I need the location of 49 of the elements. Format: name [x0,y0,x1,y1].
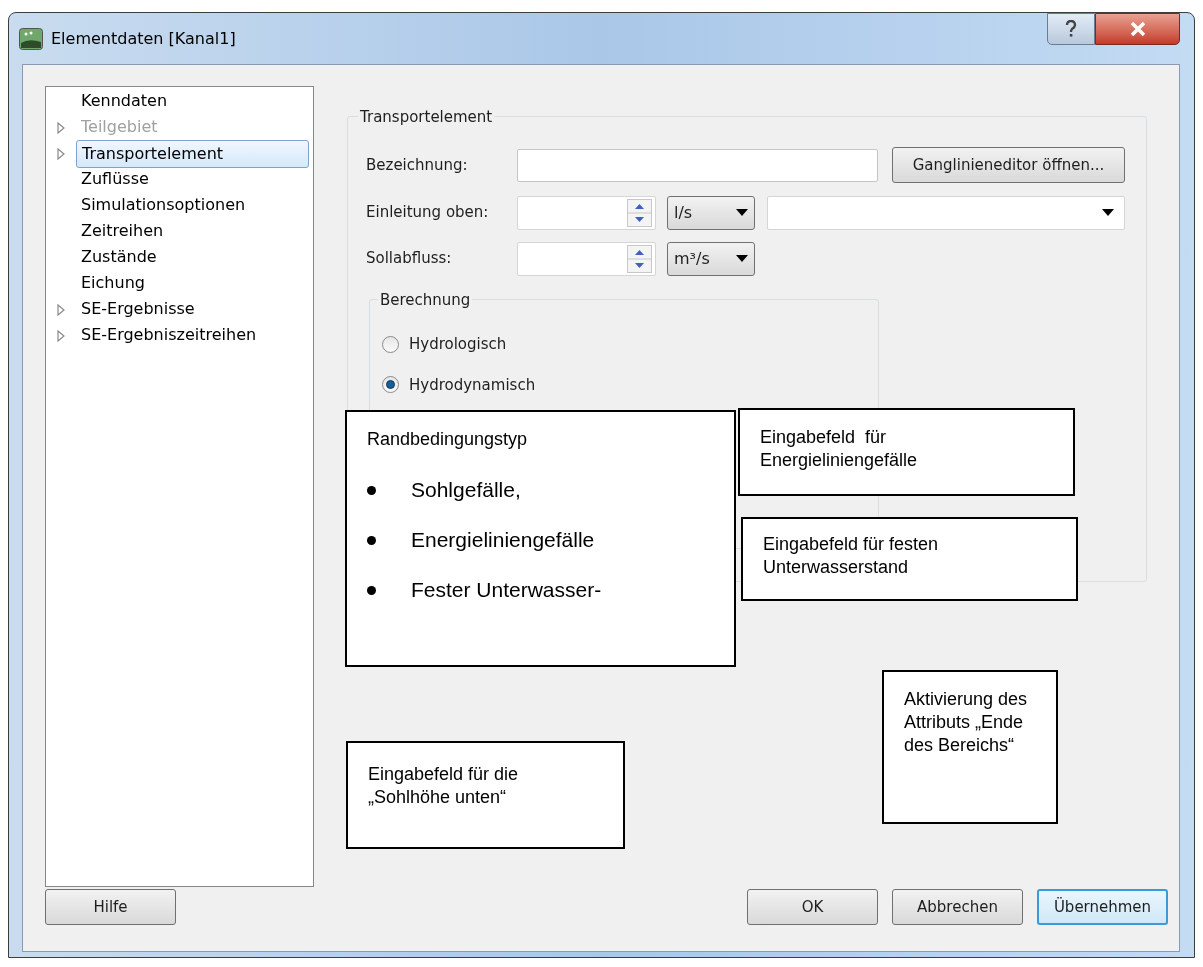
close-button[interactable] [1095,13,1180,45]
unit-dropdown[interactable]: m³/s [667,241,755,276]
help-button[interactable]: Hilfe [45,889,176,925]
tree-item[interactable]: Zustände [76,244,162,272]
app-icon [19,27,43,50]
tree-item[interactable]: Eichung [76,270,150,298]
spinner-arrows-icon [627,198,652,227]
window-title: Elementdaten [Kanal1] [51,27,236,50]
dropdown-arrow-icon [736,255,748,262]
dropdown-arrow-icon [736,209,748,216]
bullet-icon [367,485,376,495]
field-label: Sollabfluss: [366,248,453,270]
editor-button[interactable]: Ganglinieneditor öffnen... [892,147,1125,183]
cancel-button[interactable]: Abbrechen [892,889,1023,925]
tree-item[interactable]: SE-Ergebniszeitreihen [76,322,262,350]
tree-item[interactable]: Kenndaten [76,88,173,116]
dropdown-arrow-icon [1102,209,1114,216]
annotation-title: Randbedingungstyp [367,428,529,451]
radio-button[interactable] [382,335,399,353]
expand-arrow-icon[interactable] [57,148,65,160]
tree-item[interactable]: Zeitreihen [76,218,169,246]
text-field[interactable] [517,148,878,182]
expand-arrow-icon[interactable] [57,304,65,316]
radio-button[interactable] [382,376,399,394]
spinner-arrows-icon [627,244,652,273]
annotation-text: Aktivierung des Attributs „Ende des Bereichs“ [904,688,1029,757]
annotation-item: Energieliniengefälle [411,527,595,553]
field-label: Einleitung oben: [366,202,490,224]
bullet-icon [367,535,376,545]
radio-label: Hydrologisch [409,334,507,355]
annotation-item: Sohlgefälle, [411,477,521,503]
annotation-text: Eingabefeld für die „Sohlhöhe unten“ [368,763,520,809]
apply-button[interactable]: Übernehmen [1037,889,1168,925]
help-icon [1065,20,1077,38]
expand-arrow-icon[interactable] [57,330,65,342]
annotation-text: Eingabefeld für Energieliniengefälle [760,426,919,472]
close-icon [1128,21,1147,37]
tree-item[interactable]: Transportelement [76,140,309,168]
unit-dropdown[interactable]: l/s [667,195,755,230]
radio-label: Hydrodynamisch [409,374,536,396]
tree-item[interactable]: Simulationsoptionen [76,192,251,220]
annotation-item: Fester Unterwasser- [411,577,602,603]
field-label: Bezeichnung: [366,154,469,176]
tree-item[interactable]: Zuflüsse [76,166,154,194]
help-button[interactable] [1047,13,1095,45]
bullet-icon [367,585,376,595]
ok-button[interactable]: OK [747,889,878,925]
annotation-text: Eingabefeld für festen Unterwasserstand [763,533,940,579]
tree-item[interactable]: SE-Ergebnisse [76,296,200,324]
